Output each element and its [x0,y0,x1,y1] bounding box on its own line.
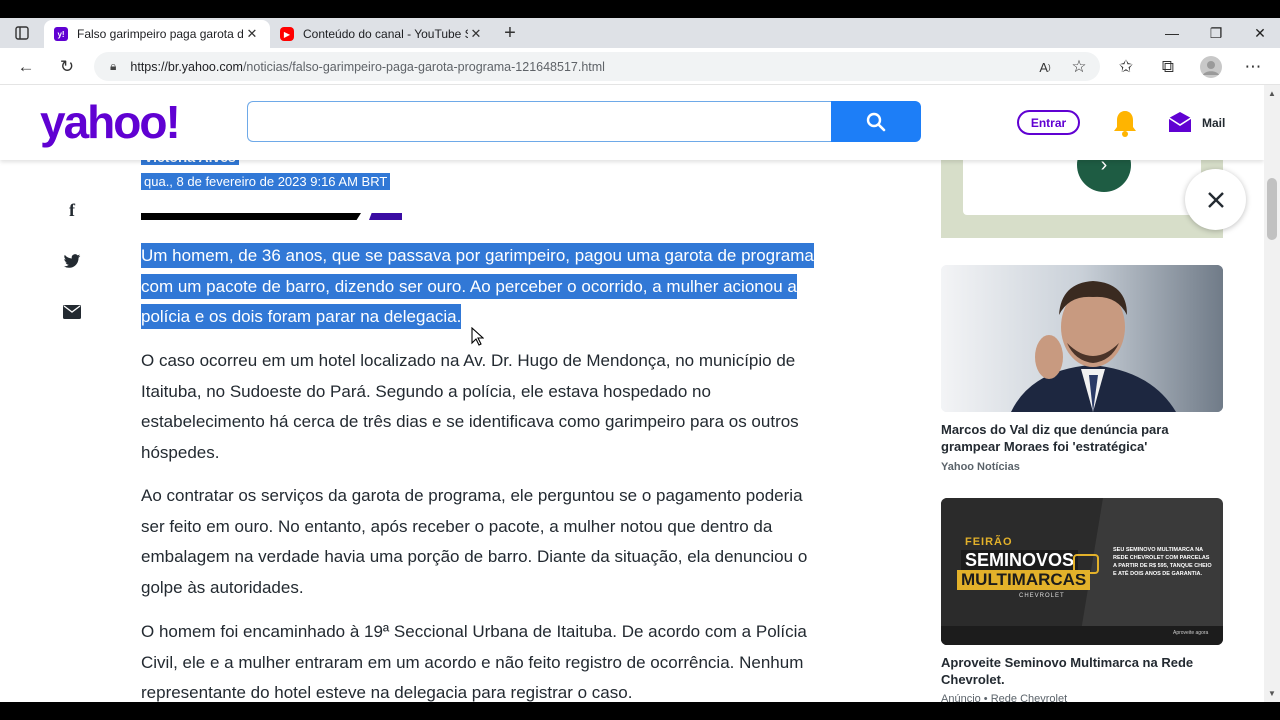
back-icon[interactable]: ← [11,52,41,82]
ad-brand: CHEVROLET [1019,593,1065,599]
paragraph-line: representante do hotel esteve na delegac… [141,683,633,702]
lead-line: polícia e os dois foram parar na delegac… [141,304,462,329]
car-icon [1073,554,1099,574]
divider-accent [369,213,402,220]
tab-strip: y! Falso garimpeiro paga garota de ✕ ▶ C… [0,18,1280,48]
scroll-up-icon[interactable]: ▲ [1264,85,1280,101]
ad-card-title[interactable]: Aproveite Seminovo Multimarca na Rede Ch… [941,654,1223,688]
ad-kicker: FEIRÃO [965,536,1013,548]
article-date: qua., 8 de fevereiro de 2023 9:16 AM BRT [141,173,391,190]
tab-close-icon[interactable]: ✕ [468,26,484,42]
news-card-source: Yahoo Notícias [941,461,1020,473]
scrollbar-thumb[interactable] [1267,178,1277,240]
refresh-icon[interactable]: ↻ [52,52,82,82]
tab-close-icon[interactable]: ✕ [244,26,260,42]
read-aloud-icon[interactable]: A) [1030,52,1060,82]
paragraph-line: ser feito em ouro. No entanto, após rece… [141,516,773,536]
paragraph-line: O homem foi encaminhado à 19ª Seccional … [141,622,807,641]
close-ad-button[interactable] [1185,169,1246,230]
tab-actions-icon[interactable] [0,18,44,48]
url-path: /noticias/falso-garimpeiro-paga-garota-p… [242,59,605,74]
new-tab-icon[interactable]: + [498,20,522,46]
facebook-icon[interactable]: f [56,194,88,226]
search-button[interactable] [831,101,921,142]
bottom-black-bar [0,702,1280,720]
yahoo-favicon-icon: y! [54,27,68,41]
article-paragraph: O homem foi encaminhado à 19ª Seccional … [141,617,821,702]
tab-youtube[interactable]: ▶ Conteúdo do canal - YouTube St ✕ [270,20,494,48]
article-lead-paragraph: Um homem, de 36 anos, que se passava por… [141,241,821,333]
collections-icon[interactable]: ⧉ [1153,52,1183,82]
notifications-bell-icon[interactable] [1112,109,1138,142]
lock-icon: 🔒︎ [110,59,117,73]
add-favorite-icon[interactable]: ☆ [1064,52,1094,82]
paragraph-line: Itaituba, no Sudoeste do Pará. Segundo a… [141,381,711,401]
paragraph-line: Ao contratar os serviços da garota de pr… [141,486,803,505]
search-icon [866,112,886,131]
tab-yahoo[interactable]: y! Falso garimpeiro paga garota de ✕ [44,20,270,48]
site-header: yahoo! Entrar Mail [0,85,1264,160]
paragraph-line: hóspedes. [141,442,220,462]
web-page: yahoo! Entrar Mail f Victória Alves qua.… [0,85,1264,702]
search-input[interactable] [247,101,832,142]
close-icon [1207,191,1224,208]
ad-copy: SEU SEMINOVO MULTIMARCA NA REDE CHEVROLE… [1113,547,1212,577]
lead-line: com um pacote de barro, dizendo ser ouro… [141,273,797,299]
signin-button[interactable]: Entrar [1017,110,1080,135]
scroll-down-icon[interactable]: ▼ [1264,685,1280,701]
url-host: https://br.yahoo.com [130,59,243,74]
page-scrollbar[interactable]: ▲ ▼ [1264,85,1280,702]
ad-cta: Aproveite agora [1173,630,1209,636]
window-close-icon[interactable]: ✕ [1238,18,1280,48]
divider-bar [141,213,361,220]
mail-link[interactable]: Mail [1202,116,1225,130]
ad-card-image[interactable]: FEIRÃO SEMINOVOS MULTIMARCAS CHEVROLET S… [941,498,1223,645]
ad-line1: SEMINOVOS [961,550,1079,571]
paragraph-line: O caso ocorreu em um hotel localizado na… [141,351,796,370]
paragraph-line: estabelecimento há cerca de três dias e … [141,412,799,431]
navigation-bar: ← ↻ 🔒︎ https://br.yahoo.com/noticias/fal… [0,48,1280,85]
tab-title: Conteúdo do canal - YouTube St [303,27,468,41]
top-black-bar [0,0,1280,18]
ad-card-source: Anúncio • Rede Chevrolet [941,693,1068,702]
email-share-icon[interactable] [56,296,88,328]
lead-line: Um homem, de 36 anos, que se passava por… [141,243,814,268]
youtube-favicon-icon: ▶ [280,27,294,41]
minimize-icon[interactable]: — [1150,18,1194,48]
mail-icon[interactable] [1168,111,1192,138]
address-bar[interactable]: 🔒︎ https://br.yahoo.com/noticias/falso-g… [94,52,1100,81]
news-card-image[interactable] [941,265,1223,412]
article-paragraph: O caso ocorreu em um hotel localizado na… [141,346,821,468]
paragraph-line: embalagem na verdade havia uma porção de… [141,547,808,566]
news-card-title[interactable]: Marcos do Val diz que denúncia para gram… [941,421,1223,455]
favorites-icon[interactable]: ✩ [1111,52,1141,82]
paragraph-line: Civil, ele e a mulher entraram em um aco… [141,652,804,672]
ad-line2: MULTIMARCAS [957,570,1091,590]
twitter-icon[interactable] [56,245,88,277]
tab-title: Falso garimpeiro paga garota de [77,27,244,41]
yahoo-logo[interactable]: yahoo! [40,95,181,149]
paragraph-line: golpe às autoridades. [141,577,304,597]
profile-avatar-icon[interactable] [1196,52,1226,82]
restore-icon[interactable]: ❐ [1194,18,1238,48]
article-paragraph: Ao contratar os serviços da garota de pr… [141,481,821,603]
more-menu-icon[interactable]: ⋯ [1238,52,1268,82]
